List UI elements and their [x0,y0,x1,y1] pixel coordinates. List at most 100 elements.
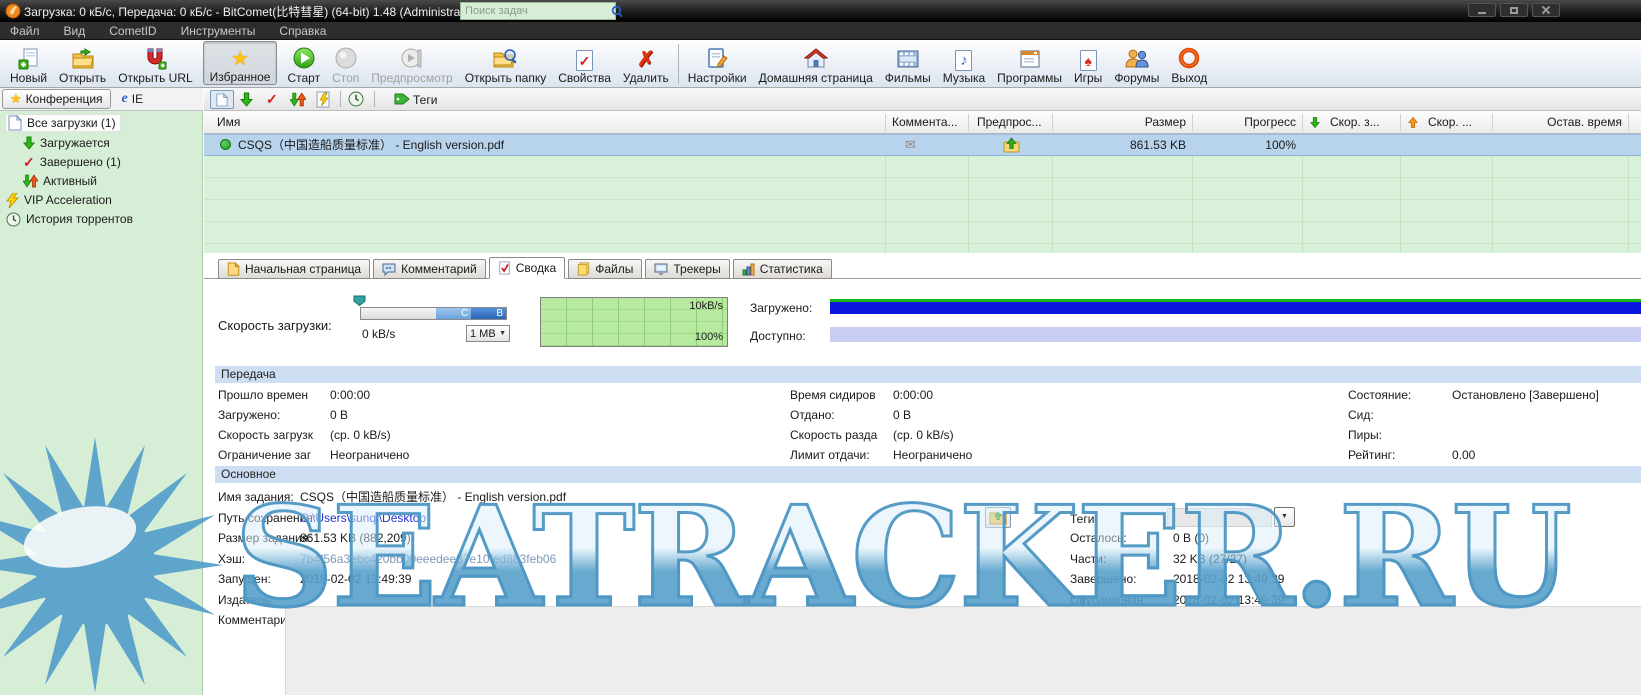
music-button[interactable]: ♪ Музыка [937,41,991,85]
filter-downloading-button[interactable] [240,92,253,107]
column-name[interactable]: Имя [217,115,240,130]
task-search-input[interactable] [461,5,611,17]
column-separator[interactable] [1628,114,1629,131]
tab-summary[interactable]: Сводка [489,257,566,279]
favorites-button[interactable]: ★ Избранное [203,41,278,85]
tab-statistics[interactable]: Статистика [733,259,832,279]
menu-help[interactable]: Справка [279,24,326,38]
music-icon: ♪ [955,50,972,71]
preview-cell-icon[interactable] [1003,137,1020,153]
status-value: Остановлено [Завершено] [1452,388,1599,403]
properties-button[interactable]: ✓ Свойства [552,41,617,85]
menu-file[interactable]: Файл [10,24,40,38]
task-progress-cell[interactable]: 100% [1196,138,1296,153]
sidebar-item-downloading[interactable]: Загружается [23,134,110,152]
sidebar-item-completed[interactable]: ✓ Завершено (1) [23,153,121,171]
completed-value: 2018-02-02 13:49:39 [1173,572,1284,587]
column-upload-speed[interactable]: Скор. ... [1428,115,1472,130]
tags-icon [394,92,410,106]
uploaded-value: 0 B [893,408,911,423]
homepage-button[interactable]: Домашняя страница [753,41,879,85]
sidebar-tab-ie-label: IE [132,92,143,106]
column-comment[interactable]: Коммента... [892,115,958,130]
task-size-cell[interactable]: 861.53 KB [1056,138,1186,153]
downloaded-pieces-bar [830,299,1641,314]
open-save-folder-button[interactable] [985,507,1011,528]
tab-files[interactable]: Файлы [568,259,642,279]
filter-active-button[interactable] [290,92,306,107]
close-button[interactable] [1532,3,1560,17]
slider-marker-icon[interactable] [353,295,366,306]
published-label: Опубликован: [1070,593,1147,608]
start-page-icon [227,262,240,276]
speed-limit-dropdown[interactable]: 1 MB ▼ [466,325,510,342]
elapsed-value: 0:00:00 [330,388,370,403]
speed-limit-slider[interactable]: C B [360,307,507,320]
column-separator[interactable] [1492,114,1493,131]
red-check-icon: ✓ [579,54,591,68]
comments-area[interactable] [285,606,1641,695]
music-note-icon: ♪ [960,53,968,68]
stop-button: Стоп [326,41,365,85]
available-pieces-bar [830,327,1641,342]
filter-completed-button[interactable]: ✓ [266,92,278,106]
exit-button[interactable]: Выход [1165,41,1213,85]
statistics-chart-icon [742,263,755,276]
sidebar-item-torrent-history[interactable]: История торрентов [6,210,133,228]
sidebar-item-all-downloads[interactable]: Все загрузки (1) [5,114,121,132]
open-button[interactable]: Открыть [53,41,112,85]
delete-button[interactable]: ✗ Удалить [617,41,675,85]
menu-cometid[interactable]: CometID [109,24,156,38]
tags-filter-label[interactable]: Теги [413,93,437,108]
column-separator[interactable] [885,114,886,131]
start-icon [292,47,316,71]
column-separator[interactable] [1400,114,1401,131]
programs-button[interactable]: Программы [991,41,1068,85]
column-separator[interactable] [1302,114,1303,131]
upload-speed-avg-value: (ср. 0 kB/s) [893,428,954,443]
stop-icon [334,47,358,71]
games-button[interactable]: ♠ Игры [1068,41,1108,85]
maximize-button[interactable] [1500,3,1528,17]
menu-tools[interactable]: Инструменты [181,24,256,38]
open-url-button[interactable]: Открыть URL [112,41,198,85]
minimize-button[interactable] [1468,3,1496,17]
column-size[interactable]: Размер [1056,115,1186,130]
filter-all-tasks-button[interactable] [210,90,234,109]
column-time-left[interactable]: Остав. время [1492,115,1622,130]
column-separator[interactable] [968,114,969,131]
slider-segment-free [361,308,436,319]
tab-comment[interactable]: Комментарий [373,259,486,279]
sidebar-tab-ie[interactable]: e IE [115,89,151,109]
save-path-link[interactable]: C:\Users\sunqi\Desktop [300,511,426,526]
open-download-folder-button[interactable]: Открыть папку [459,41,553,85]
task-name-cell[interactable]: CSQS（中国造船质量标准） - English version.pdf [238,138,504,153]
tags-field[interactable] [1167,508,1272,527]
tags-dropdown-button[interactable]: ▼ [1274,507,1295,527]
filter-vip-button[interactable] [316,91,331,108]
forums-button[interactable]: Форумы [1108,41,1165,85]
search-icon[interactable] [611,5,624,18]
tracker-server-icon [654,263,668,276]
column-separator[interactable] [1052,114,1053,131]
column-preview[interactable]: Предпрос... [977,115,1042,130]
movies-button[interactable]: Фильмы [879,41,937,85]
comment-envelope-icon[interactable]: ✉ [905,138,916,151]
people-icon [1124,47,1150,71]
new-task-button[interactable]: Новый [4,41,53,85]
sidebar-item-vip-acceleration[interactable]: VIP Acceleration [6,191,112,209]
filter-history-button[interactable] [348,91,364,107]
column-progress[interactable]: Прогресс [1196,115,1296,130]
column-separator[interactable] [1192,114,1193,131]
film-icon [896,47,920,71]
tab-trackers[interactable]: Трекеры [645,259,729,279]
menu-view[interactable]: Вид [64,24,86,38]
settings-button[interactable]: Настройки [682,41,753,85]
sidebar-item-active[interactable]: Активный [23,172,97,190]
tab-start-page[interactable]: Начальная страница [218,259,370,279]
start-button[interactable]: Старт [281,41,326,85]
sidebar-tab-conference[interactable]: ★ Конференция [2,89,111,109]
column-download-speed[interactable]: Скор. з... [1330,115,1380,130]
toolbar-separator [678,44,679,84]
tasks-page-icon [216,93,228,107]
